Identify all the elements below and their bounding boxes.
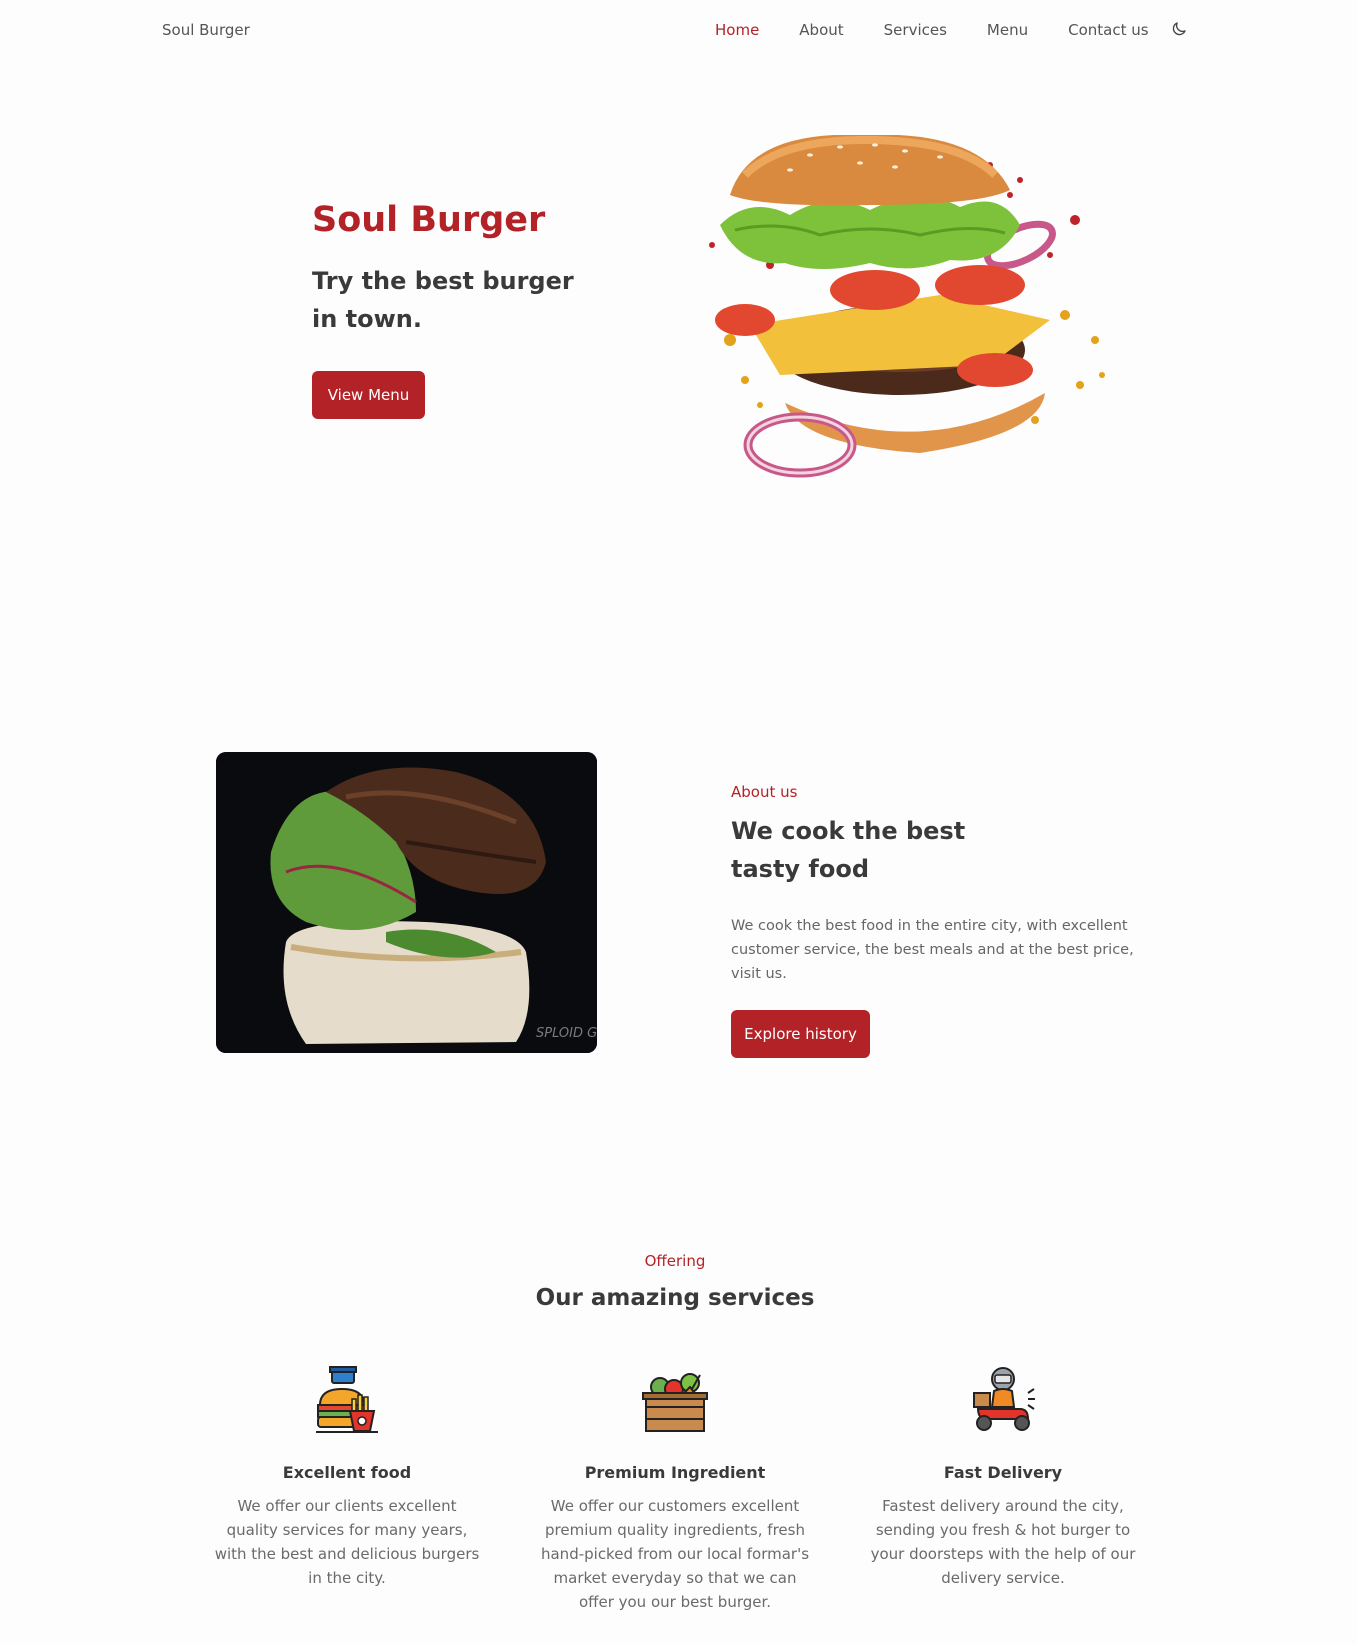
view-menu-button[interactable]: View Menu <box>312 371 425 419</box>
service-title: Premium Ingredient <box>584 1463 766 1482</box>
nav-home[interactable]: Home <box>715 21 759 39</box>
service-text: We offer our clients excellent quality s… <box>214 1497 480 1587</box>
burger-closeup-illustration: SPLOID GIF <box>216 752 597 1053</box>
about-title: We cook the best tasty food <box>731 817 966 883</box>
about-kicker: About us <box>731 783 798 801</box>
burger-gif-image: SPLOID GIF <box>216 752 597 1053</box>
about-text: We cook the best food in the entire city… <box>731 918 1134 982</box>
gif-watermark: SPLOID GIF <box>536 1026 597 1041</box>
nav-contact[interactable]: Contact us <box>1068 21 1148 39</box>
site-header: Soul Burger Home About Services Menu Con… <box>0 0 1357 64</box>
nav-menu[interactable]: Menu <box>987 21 1028 39</box>
vegetable-crate-icon <box>642 1373 708 1432</box>
services-title: Our amazing services <box>535 1285 815 1311</box>
flying-burger-image <box>709 135 1105 478</box>
site-logo[interactable]: Soul Burger <box>162 21 250 39</box>
service-card-fast-delivery: Fast Delivery Fastest delivery around th… <box>868 1365 1138 1590</box>
main-nav: Home About Services Menu Contact us <box>715 21 1149 39</box>
service-card-excellent-food: Excellent food We offer our clients exce… <box>212 1365 482 1590</box>
delivery-scooter-icon <box>973 1367 1035 1431</box>
hero-title: Soul Burger <box>312 200 546 240</box>
burger-fries-icon <box>316 1366 378 1433</box>
service-title: Fast Delivery <box>943 1463 1063 1482</box>
hero-subtitle: Try the best burger in town. <box>312 267 574 333</box>
explore-history-button[interactable]: Explore history <box>731 1010 870 1058</box>
service-card-premium-ingredient: Premium Ingredient We offer our customer… <box>540 1365 810 1614</box>
service-text: We offer our customers excellent premium… <box>540 1497 810 1611</box>
service-text: Fastest delivery around the city, sendin… <box>870 1497 1136 1587</box>
nav-services[interactable]: Services <box>884 21 947 39</box>
services-kicker: Offering <box>644 1252 706 1270</box>
nav-about[interactable]: About <box>799 21 843 39</box>
service-title: Excellent food <box>282 1463 412 1482</box>
moon-icon[interactable] <box>1170 20 1188 38</box>
